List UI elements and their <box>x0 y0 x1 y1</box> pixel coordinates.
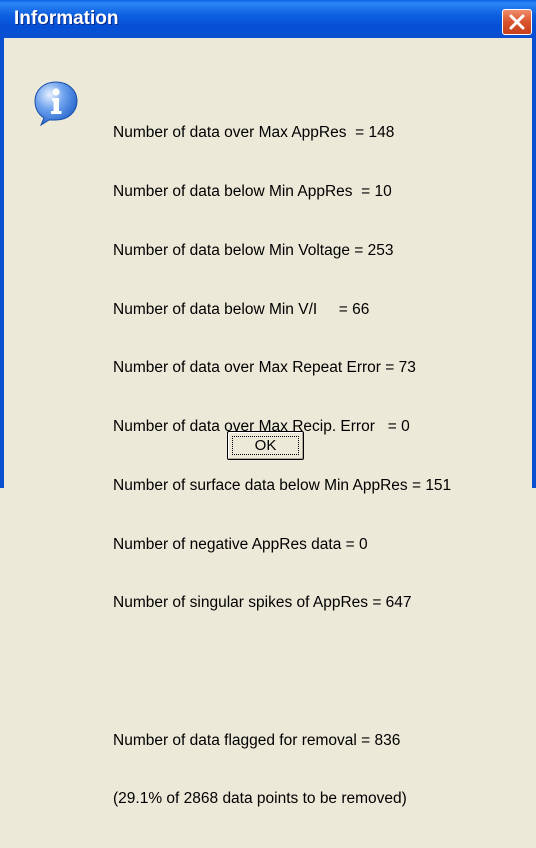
information-dialog: Information Number of data over Max AppR… <box>0 0 536 807</box>
close-button[interactable] <box>502 9 532 35</box>
message-line: Number of data below Min V/I = 66 <box>113 300 370 318</box>
ok-button[interactable]: OK <box>227 431 304 460</box>
dialog-title: Information <box>14 8 119 29</box>
message-line: Number of data over Max AppRes = 148 <box>113 124 395 142</box>
summary-line: (29.1% of 2868 data points to be removed… <box>113 790 407 808</box>
summary-line: Number of data flagged for removal = 836 <box>113 731 401 749</box>
message-line: Number of surface data below Min AppRes … <box>113 476 452 494</box>
message-line: Number of singular spikes of AppRes = 64… <box>113 594 412 612</box>
message-line: Number of data below Min Voltage = 253 <box>113 241 394 259</box>
information-icon <box>34 81 78 126</box>
ok-button-label: OK <box>254 437 277 454</box>
message-line: Number of negative AppRes data = 0 <box>113 535 368 553</box>
message-text: Number of data over Max AppRes = 148 Num… <box>113 84 451 848</box>
message-line: Number of data below Min AppRes = 10 <box>113 182 392 200</box>
window-border-right <box>532 38 536 488</box>
close-icon <box>509 14 525 30</box>
message-line: Number of data over Max Repeat Error = 7… <box>113 359 416 377</box>
title-bar[interactable]: Information <box>0 0 536 38</box>
